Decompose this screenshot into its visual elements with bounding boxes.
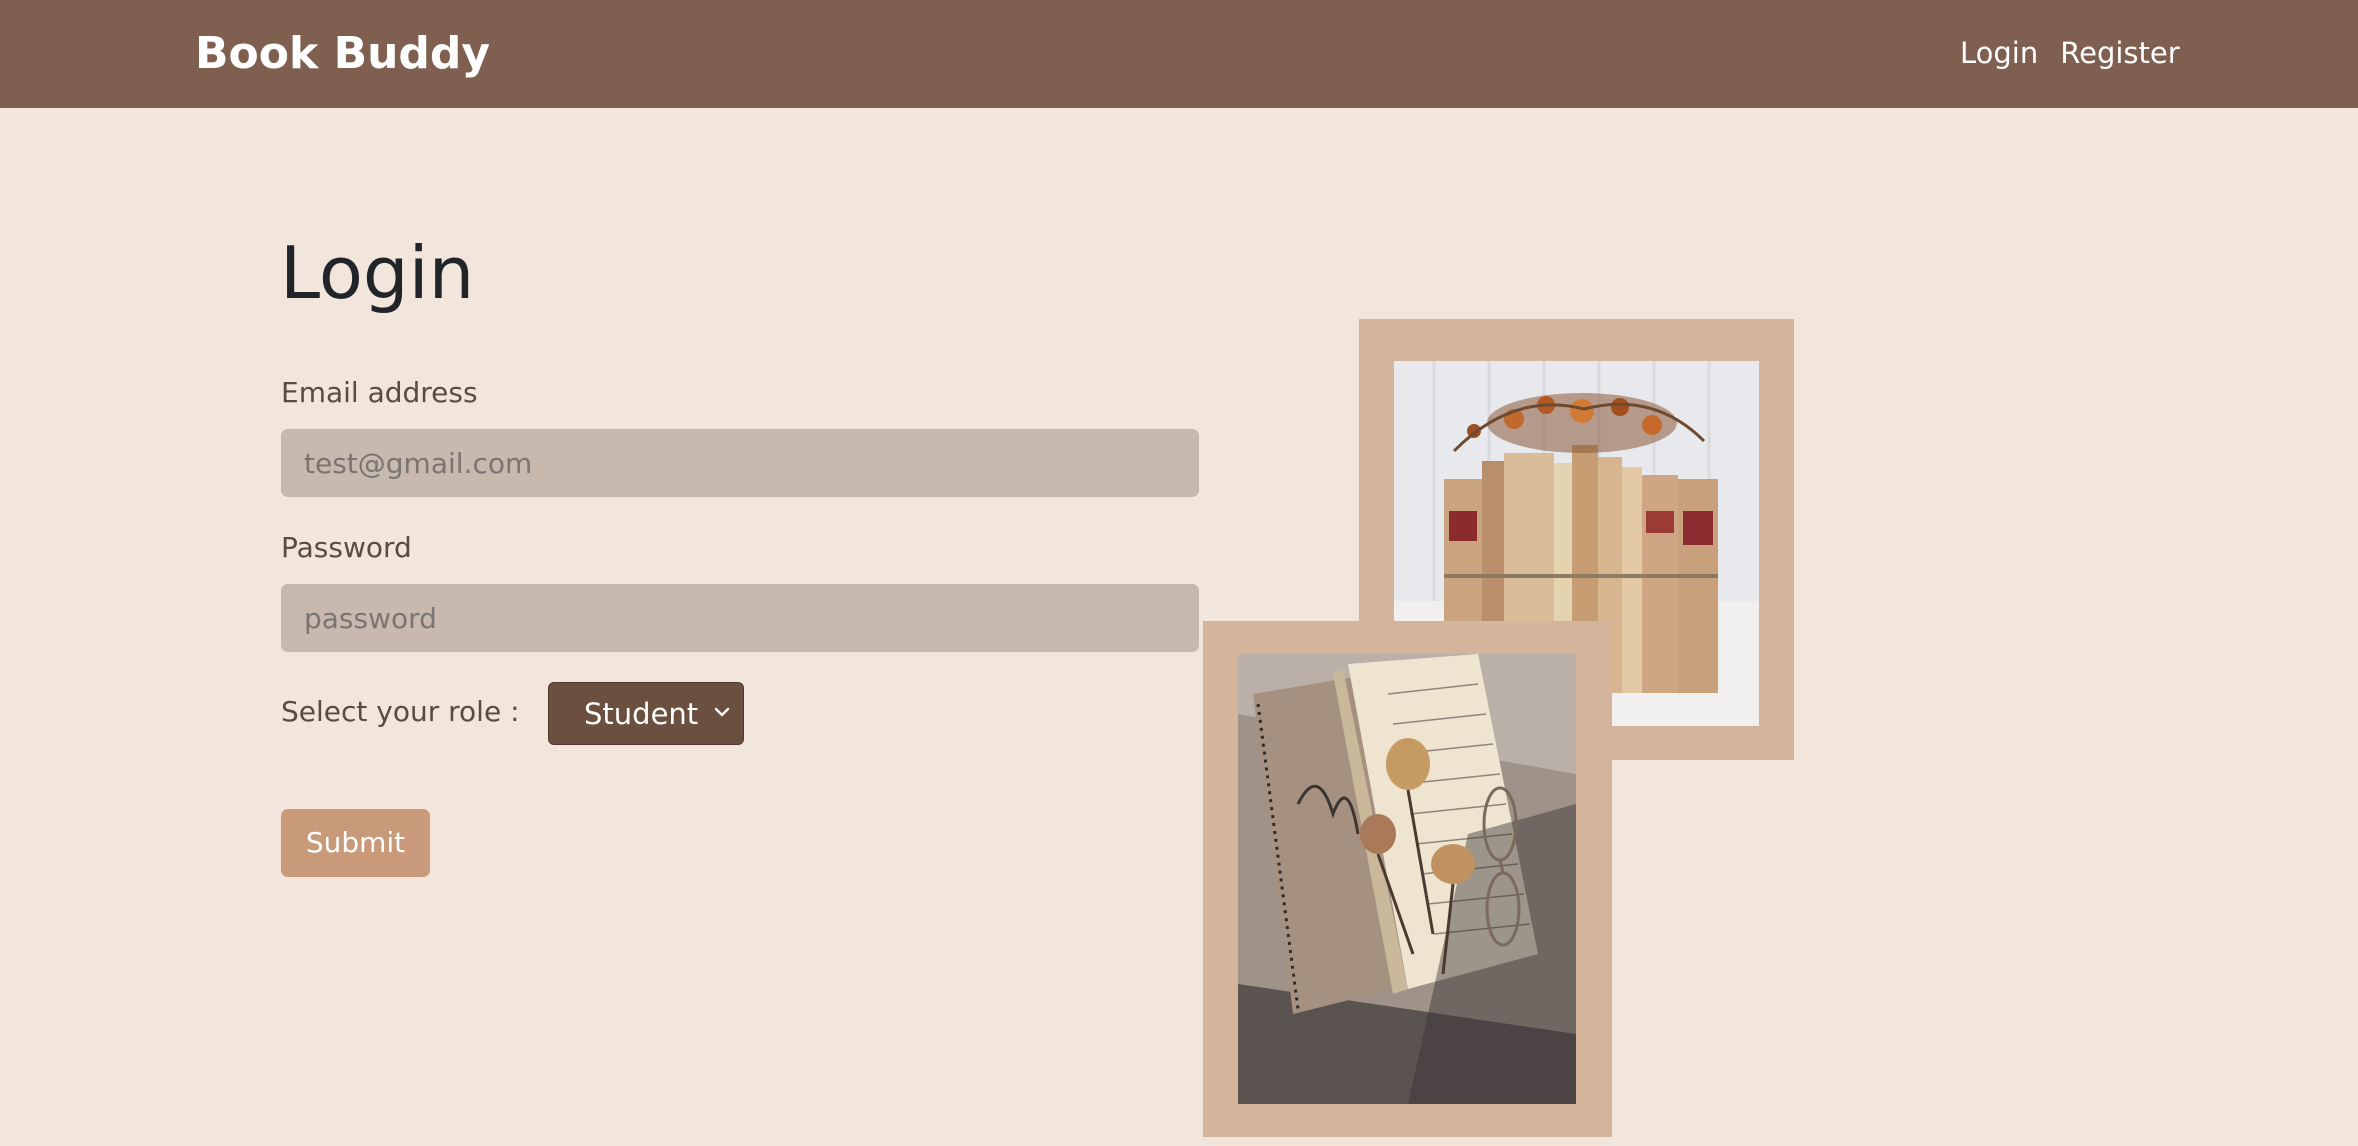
email-field[interactable]	[281, 429, 1199, 497]
nav-link-register[interactable]: Register	[2060, 32, 2179, 74]
role-label: Select your role :	[281, 695, 520, 728]
email-label: Email address	[281, 376, 478, 409]
chevron-down-icon	[714, 707, 730, 717]
photo-open-book-with-roses-and-glasses	[1238, 654, 1576, 1104]
navbar: Book Buddy Login Register	[0, 0, 2358, 108]
photo-frame-notebook	[1203, 621, 1612, 1137]
role-selected-value: Student	[584, 697, 699, 731]
submit-button[interactable]: Submit	[281, 809, 430, 877]
page-title: Login	[280, 231, 475, 315]
role-select[interactable]: Student	[548, 682, 744, 745]
password-field[interactable]	[281, 584, 1199, 652]
password-label: Password	[281, 531, 412, 564]
brand-logo[interactable]: Book Buddy	[195, 22, 490, 86]
nav-link-login[interactable]: Login	[1960, 32, 2038, 74]
nav-links: Login Register	[1960, 32, 2180, 74]
